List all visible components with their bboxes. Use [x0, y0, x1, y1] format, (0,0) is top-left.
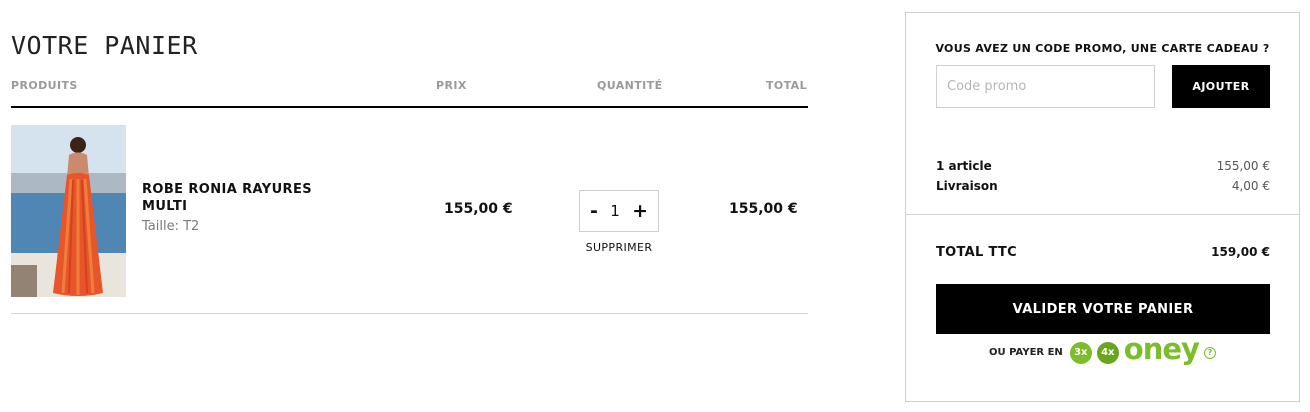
product-photo-illustration [11, 125, 126, 297]
product-name[interactable]: ROBE RONIA RAYURES MULTI [142, 181, 342, 215]
cart-item-row: ROBE RONIA RAYURES MULTI Taille: T2 155,… [11, 108, 808, 314]
oney-3x-badge: 3x [1069, 341, 1092, 364]
validate-cart-button[interactable]: VALIDER VOTRE PANIER [936, 284, 1270, 334]
column-header-total: TOTAL [765, 79, 807, 92]
order-summary-panel: VOUS AVEZ UN CODE PROMO, UNE CARTE CADEA… [905, 12, 1300, 402]
quantity-stepper: - 1 + [579, 190, 659, 232]
promo-code-input[interactable] [936, 65, 1155, 108]
oney-payment-row[interactable]: OU PAYER EN 3x 4x oney ? [906, 335, 1299, 364]
increment-button[interactable]: + [632, 201, 648, 221]
total-value: 159,00 € [1211, 245, 1270, 259]
decrement-button[interactable]: - [590, 201, 598, 221]
shipping-value: 4,00 € [1231, 179, 1270, 193]
column-header-quantity: QUANTITÉ [597, 79, 663, 92]
product-size: Taille: T2 [142, 219, 200, 234]
promo-question: VOUS AVEZ UN CODE PROMO, UNE CARTE CADEA… [935, 42, 1270, 55]
summary-total-row: TOTAL TTC 159,00 € [936, 245, 1270, 260]
add-promo-button[interactable]: AJOUTER [1172, 65, 1270, 108]
summary-divider [906, 214, 1299, 215]
page-title: VOTRE PANIER [11, 30, 198, 60]
shipping-label: Livraison [936, 179, 998, 193]
summary-shipping-row: Livraison 4,00 € [936, 179, 1270, 193]
line-total: 155,00 € [729, 201, 798, 217]
remove-item-link[interactable]: SUPPRIMER [579, 241, 659, 254]
oney-4x-badge: 4x [1096, 341, 1119, 364]
unit-price: 155,00 € [444, 201, 513, 217]
articles-value: 155,00 € [1216, 159, 1270, 173]
product-image[interactable] [11, 125, 126, 297]
total-label: TOTAL TTC [936, 245, 1017, 260]
help-icon[interactable]: ? [1203, 346, 1216, 359]
articles-label: 1 article [936, 159, 992, 173]
oney-logo: oney [1123, 332, 1200, 366]
pay-with-label: OU PAYER EN [989, 347, 1063, 358]
summary-articles-row: 1 article 155,00 € [936, 159, 1270, 173]
column-header-products: PRODUITS [11, 79, 78, 92]
column-header-price: PRIX [436, 79, 467, 92]
quantity-value: 1 [610, 202, 620, 220]
